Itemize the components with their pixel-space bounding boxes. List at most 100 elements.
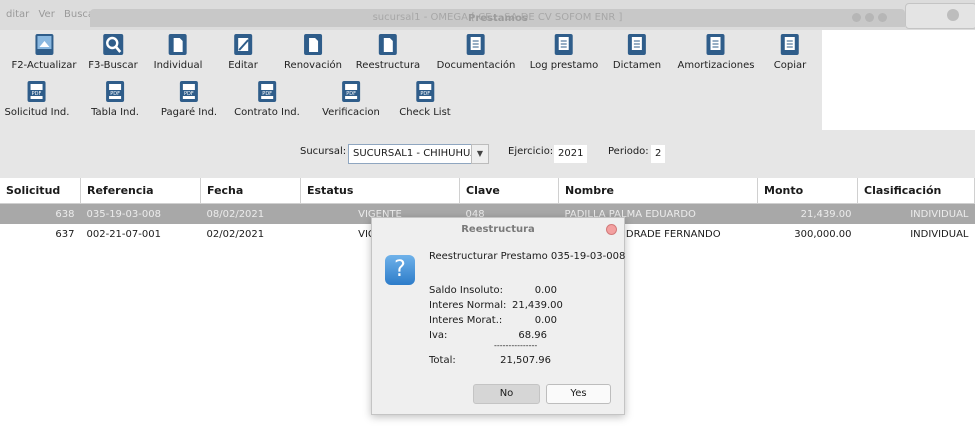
verificacion-button[interactable]: PDF Verificacion bbox=[322, 80, 380, 118]
copiar-label: Copiar bbox=[773, 60, 807, 71]
documentacion-label: Documentación bbox=[436, 60, 516, 71]
tabla-ind-label: Tabla Ind. bbox=[91, 107, 139, 118]
svg-text:PDF: PDF bbox=[110, 91, 120, 97]
background-window: ditar Ver Busca sucursal1 - OMEGA [ CE..… bbox=[0, 0, 975, 30]
interes-morat-label: Interes Morat.: bbox=[429, 315, 503, 326]
cell-clasificacion: INDIVIDUAL bbox=[910, 228, 969, 240]
log-prestamo-button[interactable]: Log prestamo bbox=[530, 33, 598, 71]
report-icon bbox=[466, 34, 485, 55]
dictamen-button[interactable]: Dictamen bbox=[613, 33, 661, 71]
column-header[interactable]: Referencia bbox=[80, 178, 201, 204]
window-title: Prestamos bbox=[468, 13, 528, 24]
iva-value: 68.96 bbox=[518, 330, 547, 341]
cell-monto: 300,000.00 bbox=[794, 228, 852, 240]
cell-monto: 21,439.00 bbox=[757, 203, 858, 224]
svg-text:PDF: PDF bbox=[262, 91, 272, 97]
reestructura-label: Reestructura bbox=[355, 60, 421, 71]
search-label: F3-Buscar bbox=[88, 60, 138, 71]
document-icon bbox=[303, 34, 322, 55]
amortizaciones-button[interactable]: Amortizaciones bbox=[678, 33, 754, 71]
cell-fecha: 02/02/2021 bbox=[206, 228, 265, 240]
refresh-label: F2-Actualizar bbox=[11, 60, 77, 71]
column-header[interactable]: Clave bbox=[459, 178, 559, 204]
svg-text:PDF: PDF bbox=[32, 91, 42, 97]
column-header[interactable]: Monto bbox=[757, 178, 858, 204]
edit-button[interactable]: Editar bbox=[228, 33, 258, 71]
svg-text:PDF: PDF bbox=[184, 91, 194, 97]
report-icon bbox=[781, 34, 799, 55]
pdf-icon: PDF bbox=[179, 81, 198, 102]
svg-text:PDF: PDF bbox=[420, 91, 430, 97]
cell-solicitud: 638 bbox=[0, 203, 81, 224]
copiar-button[interactable]: Copiar bbox=[774, 33, 806, 71]
column-header[interactable]: Clasificación bbox=[857, 178, 975, 204]
pdf-icon: PDF bbox=[341, 81, 360, 102]
interes-normal-value: 21,439.00 bbox=[512, 300, 563, 311]
report-icon bbox=[706, 34, 725, 55]
cell-fecha: 08/02/2021 bbox=[200, 203, 301, 224]
background-menu: ditar Ver Busca bbox=[6, 9, 100, 20]
document-icon bbox=[168, 34, 187, 55]
column-header[interactable]: Solicitud bbox=[0, 178, 81, 204]
refresh-button[interactable]: F2-Actualizar bbox=[11, 33, 77, 71]
documentacion-button[interactable]: Documentación bbox=[436, 33, 516, 71]
dialog-message: Reestructurar Prestamo 035-19-03-008 bbox=[429, 251, 626, 262]
renovacion-button[interactable]: Renovación bbox=[284, 33, 342, 71]
background-window-controls bbox=[852, 13, 887, 22]
table-header: Solicitud Referencia Fecha Estatus Clave… bbox=[0, 178, 975, 204]
close-icon[interactable] bbox=[606, 224, 617, 235]
separator-line: --------------- bbox=[494, 341, 538, 350]
refresh-icon bbox=[34, 34, 53, 55]
document-icon bbox=[378, 34, 397, 55]
total-label: Total: bbox=[429, 355, 456, 366]
ejercicio-field[interactable]: 2021 bbox=[554, 145, 588, 163]
sucursal-select[interactable]: SUCURSAL1 - CHIHUHUA bbox=[348, 144, 473, 164]
interes-morat-value: 0.00 bbox=[534, 315, 557, 326]
svg-text:PDF: PDF bbox=[346, 91, 356, 97]
background-circle-icon bbox=[947, 9, 959, 21]
contrato-ind-label: Contrato Ind. bbox=[234, 107, 300, 118]
contrato-ind-button[interactable]: PDF Contrato Ind. bbox=[234, 80, 300, 118]
dialog-title: Reestructura bbox=[461, 224, 535, 235]
dictamen-label: Dictamen bbox=[612, 60, 662, 71]
sucursal-label: Sucursal: bbox=[300, 146, 347, 157]
reestructura-button[interactable]: Reestructura bbox=[356, 33, 420, 71]
search-button[interactable]: F3-Buscar bbox=[88, 33, 138, 71]
saldo-insoluto-value: 0.00 bbox=[534, 285, 557, 296]
no-button[interactable]: No bbox=[473, 384, 540, 404]
periodo-field[interactable]: 2 bbox=[651, 145, 666, 163]
question-icon: ? bbox=[385, 255, 415, 285]
iva-label: Iva: bbox=[429, 330, 448, 341]
saldo-insoluto-label: Saldo Insoluto: bbox=[429, 285, 504, 296]
reestructura-dialog: Reestructura ? Reestructurar Prestamo 03… bbox=[371, 217, 625, 415]
ejercicio-label: Ejercicio: bbox=[508, 146, 554, 157]
column-header[interactable]: Estatus bbox=[300, 178, 460, 204]
search-icon bbox=[102, 34, 123, 55]
column-header[interactable]: Nombre bbox=[558, 178, 758, 204]
pdf-icon: PDF bbox=[105, 81, 124, 102]
chevron-down-icon[interactable]: ▼ bbox=[471, 144, 489, 164]
periodo-label: Periodo: bbox=[608, 146, 649, 157]
tabla-ind-button[interactable]: PDF Tabla Ind. bbox=[91, 80, 139, 118]
column-header[interactable]: Fecha bbox=[200, 178, 301, 204]
check-list-button[interactable]: PDF Check List bbox=[399, 80, 451, 118]
pdf-icon: PDF bbox=[415, 81, 434, 102]
individual-label: Individual bbox=[153, 60, 203, 71]
pagare-ind-label: Pagaré Ind. bbox=[160, 107, 218, 118]
report-icon bbox=[555, 34, 573, 55]
cell-referencia: 035-19-03-008 bbox=[80, 203, 201, 224]
interes-normal-label: Interes Normal: bbox=[429, 300, 507, 311]
yes-button[interactable]: Yes bbox=[546, 384, 611, 404]
solicitud-ind-button[interactable]: PDF Solicitud Ind. bbox=[4, 80, 70, 118]
individual-button[interactable]: Individual bbox=[153, 33, 203, 71]
cell-referencia: 002-21-07-001 bbox=[86, 228, 161, 240]
background-panel bbox=[905, 3, 975, 29]
verificacion-label: Verificacion bbox=[322, 107, 380, 118]
solicitud-ind-label: Solicitud Ind. bbox=[4, 107, 70, 118]
pdf-icon: PDF bbox=[257, 81, 276, 102]
total-value: 21,507.96 bbox=[500, 355, 551, 366]
edit-label: Editar bbox=[228, 60, 258, 71]
renovacion-label: Renovación bbox=[284, 60, 342, 71]
background-menu-item: ditar bbox=[6, 9, 30, 20]
pagare-ind-button[interactable]: PDF Pagaré Ind. bbox=[161, 80, 217, 118]
